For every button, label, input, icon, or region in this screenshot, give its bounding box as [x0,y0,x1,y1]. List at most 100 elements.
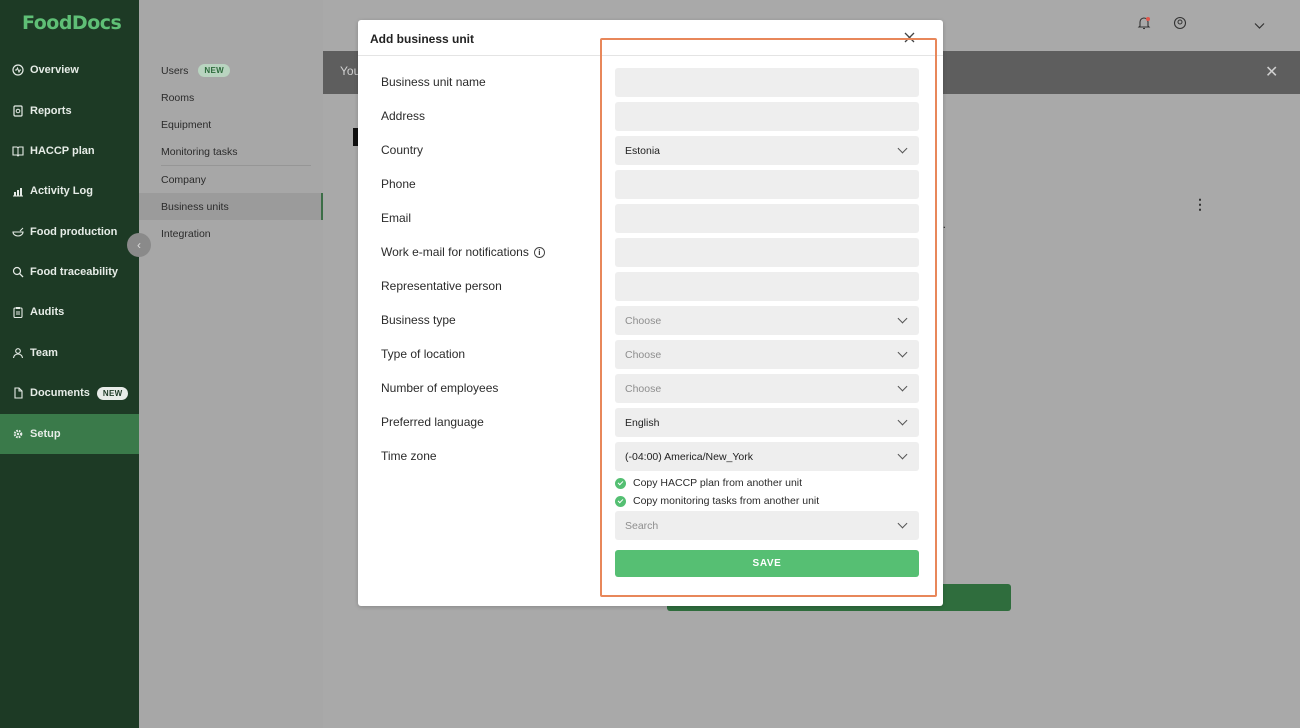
pulse-icon [11,64,24,77]
person-icon [11,347,24,360]
subnav-item-business-units[interactable]: Business units [161,201,229,213]
chevron-down-icon [897,143,908,154]
account-chevron-down-icon[interactable] [1254,18,1265,33]
source-unit-search-select[interactable]: Search [615,511,919,540]
gear-icon [11,428,24,441]
phone-input[interactable] [615,170,919,199]
info-icon[interactable]: i [533,246,545,258]
number-of-employees-placeholder: Choose [625,382,662,395]
sidebar-item-label: Reports [30,105,72,117]
representative-person-label: Representative person [381,279,502,293]
sidebar-item-food-production[interactable]: Food production [0,212,139,252]
chart-icon [11,185,24,198]
business-type-placeholder: Choose [625,314,662,327]
close-icon[interactable] [902,31,916,45]
work-email-input[interactable] [615,238,919,267]
number-of-employees-select[interactable]: Choose [615,374,919,403]
new-badge: NEW [96,386,129,400]
subnav-item-equipment[interactable]: Equipment [161,119,211,131]
modal-header: Add business unit [358,20,943,56]
subnav-divider [161,165,311,166]
sidebar-item-reports[interactable]: Reports [0,91,139,131]
sidebar-item-setup[interactable]: Setup [0,414,139,454]
sidebar-item-team[interactable]: Team [0,333,139,373]
business-type-label: Business type [381,313,456,327]
address-input[interactable] [615,102,919,131]
subnav-item-monitoring-tasks[interactable]: Monitoring tasks [161,146,237,158]
sidebar-item-activity-log[interactable]: Activity Log [0,171,139,211]
add-business-unit-modal: Add business unit Business unit name Add… [358,20,943,606]
copy-monitoring-checkbox-row[interactable]: Copy monitoring tasks from another unit [615,495,819,507]
representative-person-input[interactable] [615,272,919,301]
sidebar-item-haccp-plan[interactable]: HACCP plan [0,131,139,171]
type-of-location-select[interactable]: Choose [615,340,919,369]
time-zone-select[interactable]: (-04:00) America/New_York [615,442,919,471]
document-icon [11,387,24,400]
copy-haccp-checkbox-row[interactable]: Copy HACCP plan from another unit [615,477,802,489]
subnav-item-users[interactable]: Users NEW [161,64,230,77]
setup-subnav: Users NEW Rooms Equipment Monitoring tas… [139,0,323,728]
sidebar-item-label: Team [30,347,58,359]
subnav-item-integration[interactable]: Integration [161,228,211,240]
business-unit-name-label: Business unit name [381,75,486,89]
chevron-down-icon [897,381,908,392]
sidebar-item-label: Overview [30,64,79,76]
copy-monitoring-label: Copy monitoring tasks from another unit [633,495,820,507]
chevron-down-icon [897,449,908,460]
business-unit-name-input[interactable] [615,68,919,97]
more-options-icon[interactable]: ⋮ [1193,196,1207,213]
business-type-select[interactable]: Choose [615,306,919,335]
chevron-down-icon [897,313,908,324]
subnav-item-rooms[interactable]: Rooms [161,92,194,104]
chevron-left-icon: ‹ [137,238,141,252]
fooddocs-logo[interactable]: FoodDocs [22,12,122,34]
preferred-language-select[interactable]: English [615,408,919,437]
bowl-icon [11,226,24,239]
sidebar-item-food-traceability[interactable]: Food traceability [0,252,139,292]
number-of-employees-label: Number of employees [381,381,499,395]
address-label: Address [381,109,426,123]
email-label: Email [381,211,412,225]
new-badge: NEW [198,64,230,77]
sidebar-item-overview[interactable]: Overview [0,50,139,90]
sidebar-item-documents[interactable]: Documents NEW [0,373,139,413]
preferred-language-value: English [625,416,660,429]
main-sidebar: FoodDocs Overview Reports HACCP plan Act… [0,0,139,728]
phone-label: Phone [381,177,416,191]
user-profile-icon[interactable] [1173,16,1187,33]
chevron-down-icon [897,415,908,426]
sidebar-item-label: Setup [30,428,61,440]
sidebar-item-label: Food production [30,226,118,238]
chevron-down-icon [897,518,908,529]
sidebar-item-label: Audits [30,306,65,318]
clipboard-icon [11,306,24,319]
time-zone-value: (-04:00) America/New_York [625,450,753,463]
notification-bell-icon[interactable] [1137,16,1151,33]
sidebar-item-label: Food traceability [30,266,119,278]
type-of-location-label: Type of location [381,347,466,361]
sidebar-item-audits[interactable]: Audits [0,292,139,332]
sidebar-item-label: Activity Log [30,185,93,197]
copy-monitoring-checkbox[interactable] [615,495,626,507]
country-value: Estonia [625,144,661,157]
copy-haccp-checkbox[interactable] [615,477,626,489]
type-of-location-placeholder: Choose [625,348,662,361]
country-select[interactable]: Estonia [615,136,919,165]
source-unit-search-placeholder: Search [625,519,659,532]
email-input[interactable] [615,204,919,233]
preferred-language-label: Preferred language [381,415,484,429]
work-email-label: Work e-mail for notifications i [381,245,545,259]
book-icon [11,145,24,158]
save-button[interactable]: SAVE [615,550,919,577]
subnav-item-company[interactable]: Company [161,174,206,186]
collapse-sidebar-button[interactable]: ‹ [127,233,151,257]
country-label: Country [381,143,424,157]
sidebar-item-label: Documents [30,387,90,399]
modal-title: Add business unit [370,32,475,46]
work-email-label-text: Work e-mail for notifications [381,245,529,259]
report-icon [11,105,24,118]
copy-haccp-label: Copy HACCP plan from another unit [633,477,803,489]
banner-close-icon[interactable]: ✕ [1265,62,1278,82]
time-zone-label: Time zone [381,449,437,463]
sidebar-item-label: HACCP plan [30,145,95,157]
